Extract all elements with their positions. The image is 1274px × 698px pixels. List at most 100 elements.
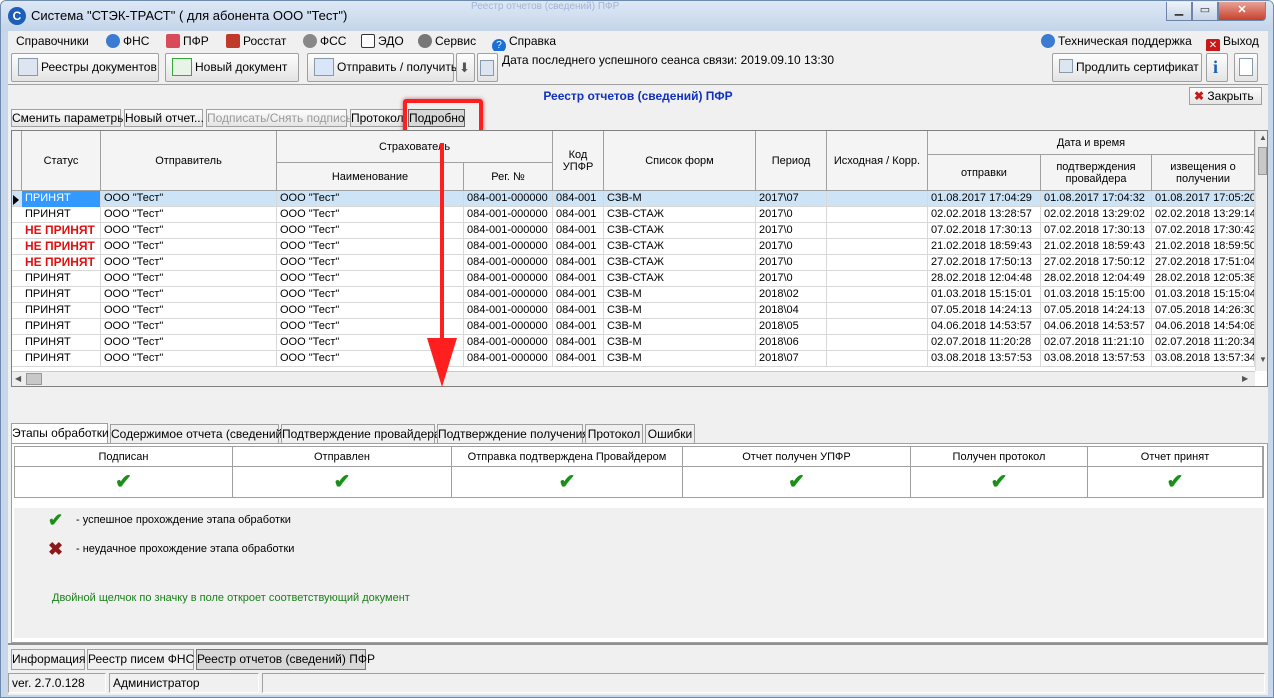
menu-service[interactable]: Сервис	[418, 33, 476, 49]
menu-tech-support[interactable]: Техническая поддержка	[1041, 33, 1192, 49]
scroll-left-icon[interactable]: ◀	[15, 374, 21, 383]
stages-table: Подписан ✔ Отправлен ✔ Отправка подтверждена…	[14, 446, 1264, 498]
check-icon[interactable]: ✔	[991, 471, 1008, 493]
ghost-title: Реестр отчетов (сведений) ПФР	[471, 1, 620, 12]
cell-sender: ООО "Тест"	[101, 239, 277, 255]
col-orig[interactable]: Исходная / Корр.	[827, 131, 928, 191]
col-confirm[interactable]: подтверждения провайдера	[1041, 155, 1152, 191]
hscroll-thumb[interactable]	[26, 373, 42, 385]
menu-spravochniki[interactable]: Справочники	[16, 33, 89, 49]
extend-certificate-button[interactable]: Продлить сертификат	[1052, 53, 1202, 82]
table-row[interactable]: НЕ ПРИНЯТ ООО "Тест" ООО "Тест" 084-001-000…	[12, 223, 1255, 239]
col-notice[interactable]: извещения о получении	[1152, 155, 1255, 191]
menu-fns[interactable]: ФНС	[106, 33, 149, 49]
table-row[interactable]: ПРИНЯТ ООО "Тест" ООО "Тест" 084-001-000000…	[12, 319, 1255, 335]
check-icon[interactable]: ✔	[559, 471, 576, 493]
panel-tab-0[interactable]: Информация	[11, 649, 85, 670]
cell-orig-corr	[827, 335, 928, 351]
new-document-button[interactable]: Новый документ	[165, 53, 299, 82]
grid-horizontal-scrollbar[interactable]: ◀ ▶	[12, 371, 1255, 386]
col-datetime: Дата и время	[928, 131, 1255, 155]
col-sender[interactable]: Отправитель	[101, 131, 277, 191]
window-close-button[interactable]: ✕	[1218, 2, 1266, 21]
archive-button[interactable]	[477, 53, 498, 82]
scroll-right-icon[interactable]: ▶	[1242, 374, 1248, 383]
table-row[interactable]: ПРИНЯТ ООО "Тест" ООО "Тест" 084-001-000000…	[12, 287, 1255, 303]
panel-tab-1[interactable]: Реестр писем ФНС	[87, 649, 194, 670]
stage-cell[interactable]: ✔	[683, 467, 911, 498]
table-row[interactable]: ПРИНЯТ ООО "Тест" ООО "Тест" 084-001-000000…	[12, 207, 1255, 223]
col-period[interactable]: Период	[756, 131, 827, 191]
cell-sender: ООО "Тест"	[101, 287, 277, 303]
tab-detail-5[interactable]: Ошибки	[645, 424, 695, 443]
scroll-up-icon[interactable]: ▲	[1259, 133, 1267, 142]
cell-upfr-code: 084-001	[553, 207, 604, 223]
table-row[interactable]: ПРИНЯТ ООО "Тест" ООО "Тест" 084-001-000000…	[12, 191, 1255, 207]
table-row[interactable]: ПРИНЯТ ООО "Тест" ООО "Тест" 084-001-000000…	[12, 351, 1255, 367]
check-icon[interactable]: ✔	[115, 471, 132, 493]
tab-detail-4[interactable]: Протокол	[585, 424, 643, 443]
cell-notice-date: 01.03.2018 15:15:04	[1152, 287, 1255, 303]
cell-orig-corr	[827, 271, 928, 287]
col-sent[interactable]: отправки	[928, 155, 1041, 191]
info-button[interactable]: i	[1206, 53, 1228, 82]
pdf-button[interactable]	[1234, 53, 1258, 82]
cell-reg-number: 084-001-000000	[464, 303, 553, 319]
send-receive-icon	[314, 58, 334, 76]
col-reg[interactable]: Рег. №	[464, 163, 553, 191]
tab-detail-0[interactable]: Этапы обработки	[11, 423, 109, 443]
vscroll-thumb[interactable]	[1258, 147, 1267, 175]
send-receive-button[interactable]: Отправить / получить	[307, 53, 457, 82]
protocol-button[interactable]: Протокол	[350, 109, 404, 127]
cell-sent-date: 07.05.2018 14:24:13	[928, 303, 1041, 319]
menu-fss[interactable]: ФСС	[303, 33, 346, 49]
tab-detail-2[interactable]: Подтверждение провайдера	[281, 424, 441, 443]
cell-reg-number: 084-001-000000	[464, 271, 553, 287]
registries-button[interactable]: Реестры документов	[11, 53, 159, 82]
sign-button[interactable]: Подписать/Снять подпись	[206, 109, 352, 127]
panel-tab-2[interactable]: Реестр отчетов (сведений) ПФР	[196, 649, 375, 670]
title-bar[interactable]: С Система "СТЭК-ТРАСТ" ( для абонента ОО…	[1, 1, 1273, 31]
stage-cell[interactable]: ✔	[452, 467, 683, 498]
fail-cross-icon: ✖	[48, 539, 64, 559]
cell-sender: ООО "Тест"	[101, 255, 277, 271]
cell-confirm-date: 04.06.2018 14:53:57	[1041, 319, 1152, 335]
tab-detail-1[interactable]: Содержимое отчета (сведений)	[110, 424, 286, 443]
maximize-button[interactable]: ▭	[1192, 2, 1218, 21]
stage-cell[interactable]: ✔	[911, 467, 1088, 498]
menu-help[interactable]: ? Справка	[492, 33, 556, 53]
table-row[interactable]: ПРИНЯТ ООО "Тест" ООО "Тест" 084-001-000000…	[12, 303, 1255, 319]
col-forms[interactable]: Список форм	[604, 131, 756, 191]
cell-forms: СЗВ-М	[604, 303, 756, 319]
table-row[interactable]: ПРИНЯТ ООО "Тест" ООО "Тест" 084-001-000000…	[12, 271, 1255, 287]
cell-confirm-date: 01.08.2017 17:04:32	[1041, 191, 1152, 207]
check-icon[interactable]: ✔	[334, 471, 351, 493]
new-report-button[interactable]: Новый отчет...	[124, 109, 204, 127]
dropdown-arrow-button[interactable]: ⬇	[456, 53, 475, 82]
col-status[interactable]: Статус	[22, 131, 101, 191]
stage-cell[interactable]: ✔	[15, 467, 233, 498]
check-icon[interactable]: ✔	[788, 471, 805, 493]
table-row[interactable]: НЕ ПРИНЯТ ООО "Тест" ООО "Тест" 084-001-000…	[12, 255, 1255, 271]
stage-cell[interactable]: ✔	[1088, 467, 1263, 498]
scroll-down-icon[interactable]: ▼	[1259, 355, 1267, 364]
menu-pfr[interactable]: ПФР	[166, 33, 209, 49]
cell-reg-number: 084-001-000000	[464, 255, 553, 271]
cell-confirm-date: 02.07.2018 11:21:10	[1041, 335, 1152, 351]
menu-exit[interactable]: ✕ Выход	[1206, 33, 1259, 53]
check-icon[interactable]: ✔	[1167, 471, 1184, 493]
minimize-button[interactable]: ▁	[1166, 2, 1192, 21]
menu-edo[interactable]: ЭДО	[361, 33, 404, 49]
change-params-button[interactable]: Сменить параметры	[11, 109, 126, 127]
close-registry-button[interactable]: ✖ Закрыть	[1189, 87, 1262, 105]
tab-detail-3[interactable]: Подтверждение получения	[437, 424, 589, 443]
stage-cell[interactable]: ✔	[233, 467, 452, 498]
table-row[interactable]: НЕ ПРИНЯТ ООО "Тест" ООО "Тест" 084-001-000…	[12, 239, 1255, 255]
table-row[interactable]: ПРИНЯТ ООО "Тест" ООО "Тест" 084-001-000000…	[12, 335, 1255, 351]
stage-header: Подписан	[15, 447, 233, 467]
grid-vertical-scrollbar[interactable]: ▲ ▼	[1255, 131, 1267, 371]
col-code[interactable]: Код УПФР	[553, 131, 604, 191]
menu-rosstat[interactable]: Росстат	[226, 33, 286, 49]
cell-upfr-code: 084-001	[553, 191, 604, 207]
cell-sent-date: 01.08.2017 17:04:29	[928, 191, 1041, 207]
